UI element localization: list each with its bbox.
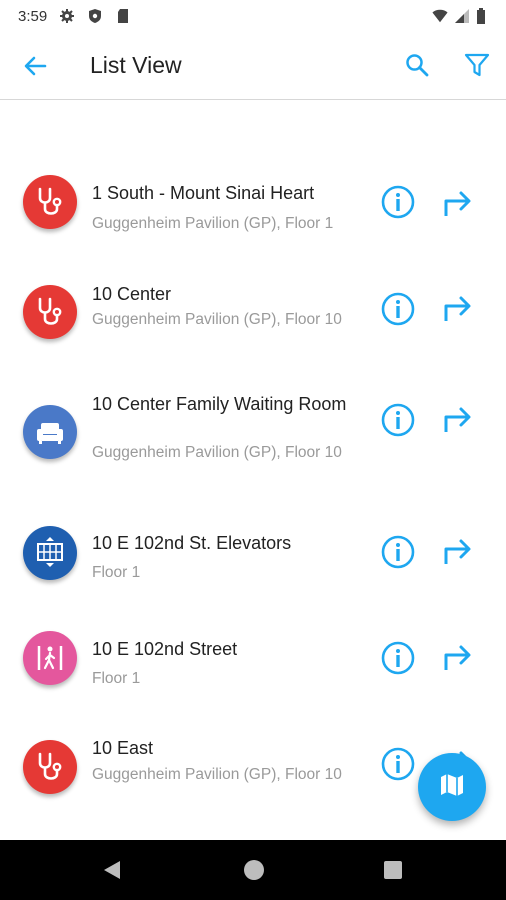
status-bar: 3:59 xyxy=(0,0,506,32)
elevator-icon xyxy=(23,526,77,580)
map-icon xyxy=(438,771,466,804)
sofa-icon xyxy=(23,405,77,459)
info-icon[interactable] xyxy=(380,534,416,570)
filter-icon[interactable] xyxy=(464,52,490,78)
gear-icon xyxy=(59,8,75,24)
location-list: 1 South - Mount Sinai Heart Guggenheim P… xyxy=(0,100,506,840)
list-item[interactable]: 1 South - Mount Sinai Heart Guggenheim P… xyxy=(0,170,506,280)
list-item-title: 10 Center Family Waiting Room xyxy=(92,394,347,414)
list-item-subtitle: Floor 1 xyxy=(92,564,141,581)
info-icon[interactable] xyxy=(380,402,416,438)
page-title: List View xyxy=(90,52,182,78)
list-item-subtitle: Guggenheim Pavilion (GP), Floor 10 xyxy=(92,311,342,328)
directions-icon[interactable] xyxy=(440,400,476,436)
list-item-title: 10 E 102nd St. Elevators xyxy=(92,533,292,553)
battery-icon xyxy=(476,8,492,24)
status-time: 3:59 xyxy=(18,7,48,25)
list-item-title: 10 East xyxy=(92,738,154,758)
list-item-subtitle: Guggenheim Pavilion (GP), Floor 10 xyxy=(92,766,342,783)
directions-icon[interactable] xyxy=(440,184,476,220)
directions-icon[interactable] xyxy=(440,638,476,674)
list-item-title: 1 South - Mount Sinai Heart xyxy=(92,183,315,203)
nav-recents-icon[interactable] xyxy=(383,860,403,880)
status-right xyxy=(432,8,492,24)
info-icon[interactable] xyxy=(380,746,416,782)
search-icon[interactable] xyxy=(404,52,430,78)
list-item[interactable]: 10 E 102nd St. Elevators Floor 1 xyxy=(0,525,506,635)
list-item-subtitle: Guggenheim Pavilion (GP), Floor 1 xyxy=(92,215,334,232)
list-item[interactable]: 10 Center Family Waiting Room Guggenheim… xyxy=(0,390,506,515)
system-nav-bar xyxy=(0,840,506,900)
arrow-left-icon[interactable] xyxy=(22,52,50,80)
list-item-title: 10 E 102nd Street xyxy=(92,639,238,659)
app-toolbar: List View xyxy=(0,32,506,100)
info-icon[interactable] xyxy=(380,291,416,327)
directions-icon[interactable] xyxy=(440,289,476,325)
list-item-subtitle: Floor 1 xyxy=(92,670,141,687)
signal-icon xyxy=(454,8,470,24)
map-view-button[interactable] xyxy=(418,753,486,821)
info-icon[interactable] xyxy=(380,184,416,220)
info-icon[interactable] xyxy=(380,640,416,676)
stethoscope-icon xyxy=(23,740,77,794)
status-left: 3:59 xyxy=(18,8,131,25)
nav-back-icon[interactable] xyxy=(100,858,124,882)
list-item-title: 10 Center xyxy=(92,284,172,304)
stethoscope-icon xyxy=(23,175,77,229)
wifi-icon xyxy=(432,8,448,24)
list-item-subtitle: Guggenheim Pavilion (GP), Floor 10 xyxy=(92,444,342,461)
shield-icon xyxy=(87,8,103,24)
pedestrian-icon xyxy=(23,631,77,685)
directions-icon[interactable] xyxy=(440,532,476,568)
stethoscope-icon xyxy=(23,285,77,339)
nav-home-icon[interactable] xyxy=(243,859,265,881)
sd-card-icon xyxy=(115,8,131,24)
list-item[interactable]: 10 E 102nd Street Floor 1 xyxy=(0,630,506,740)
list-item[interactable]: 10 Center Guggenheim Pavilion (GP), Floo… xyxy=(0,280,506,390)
